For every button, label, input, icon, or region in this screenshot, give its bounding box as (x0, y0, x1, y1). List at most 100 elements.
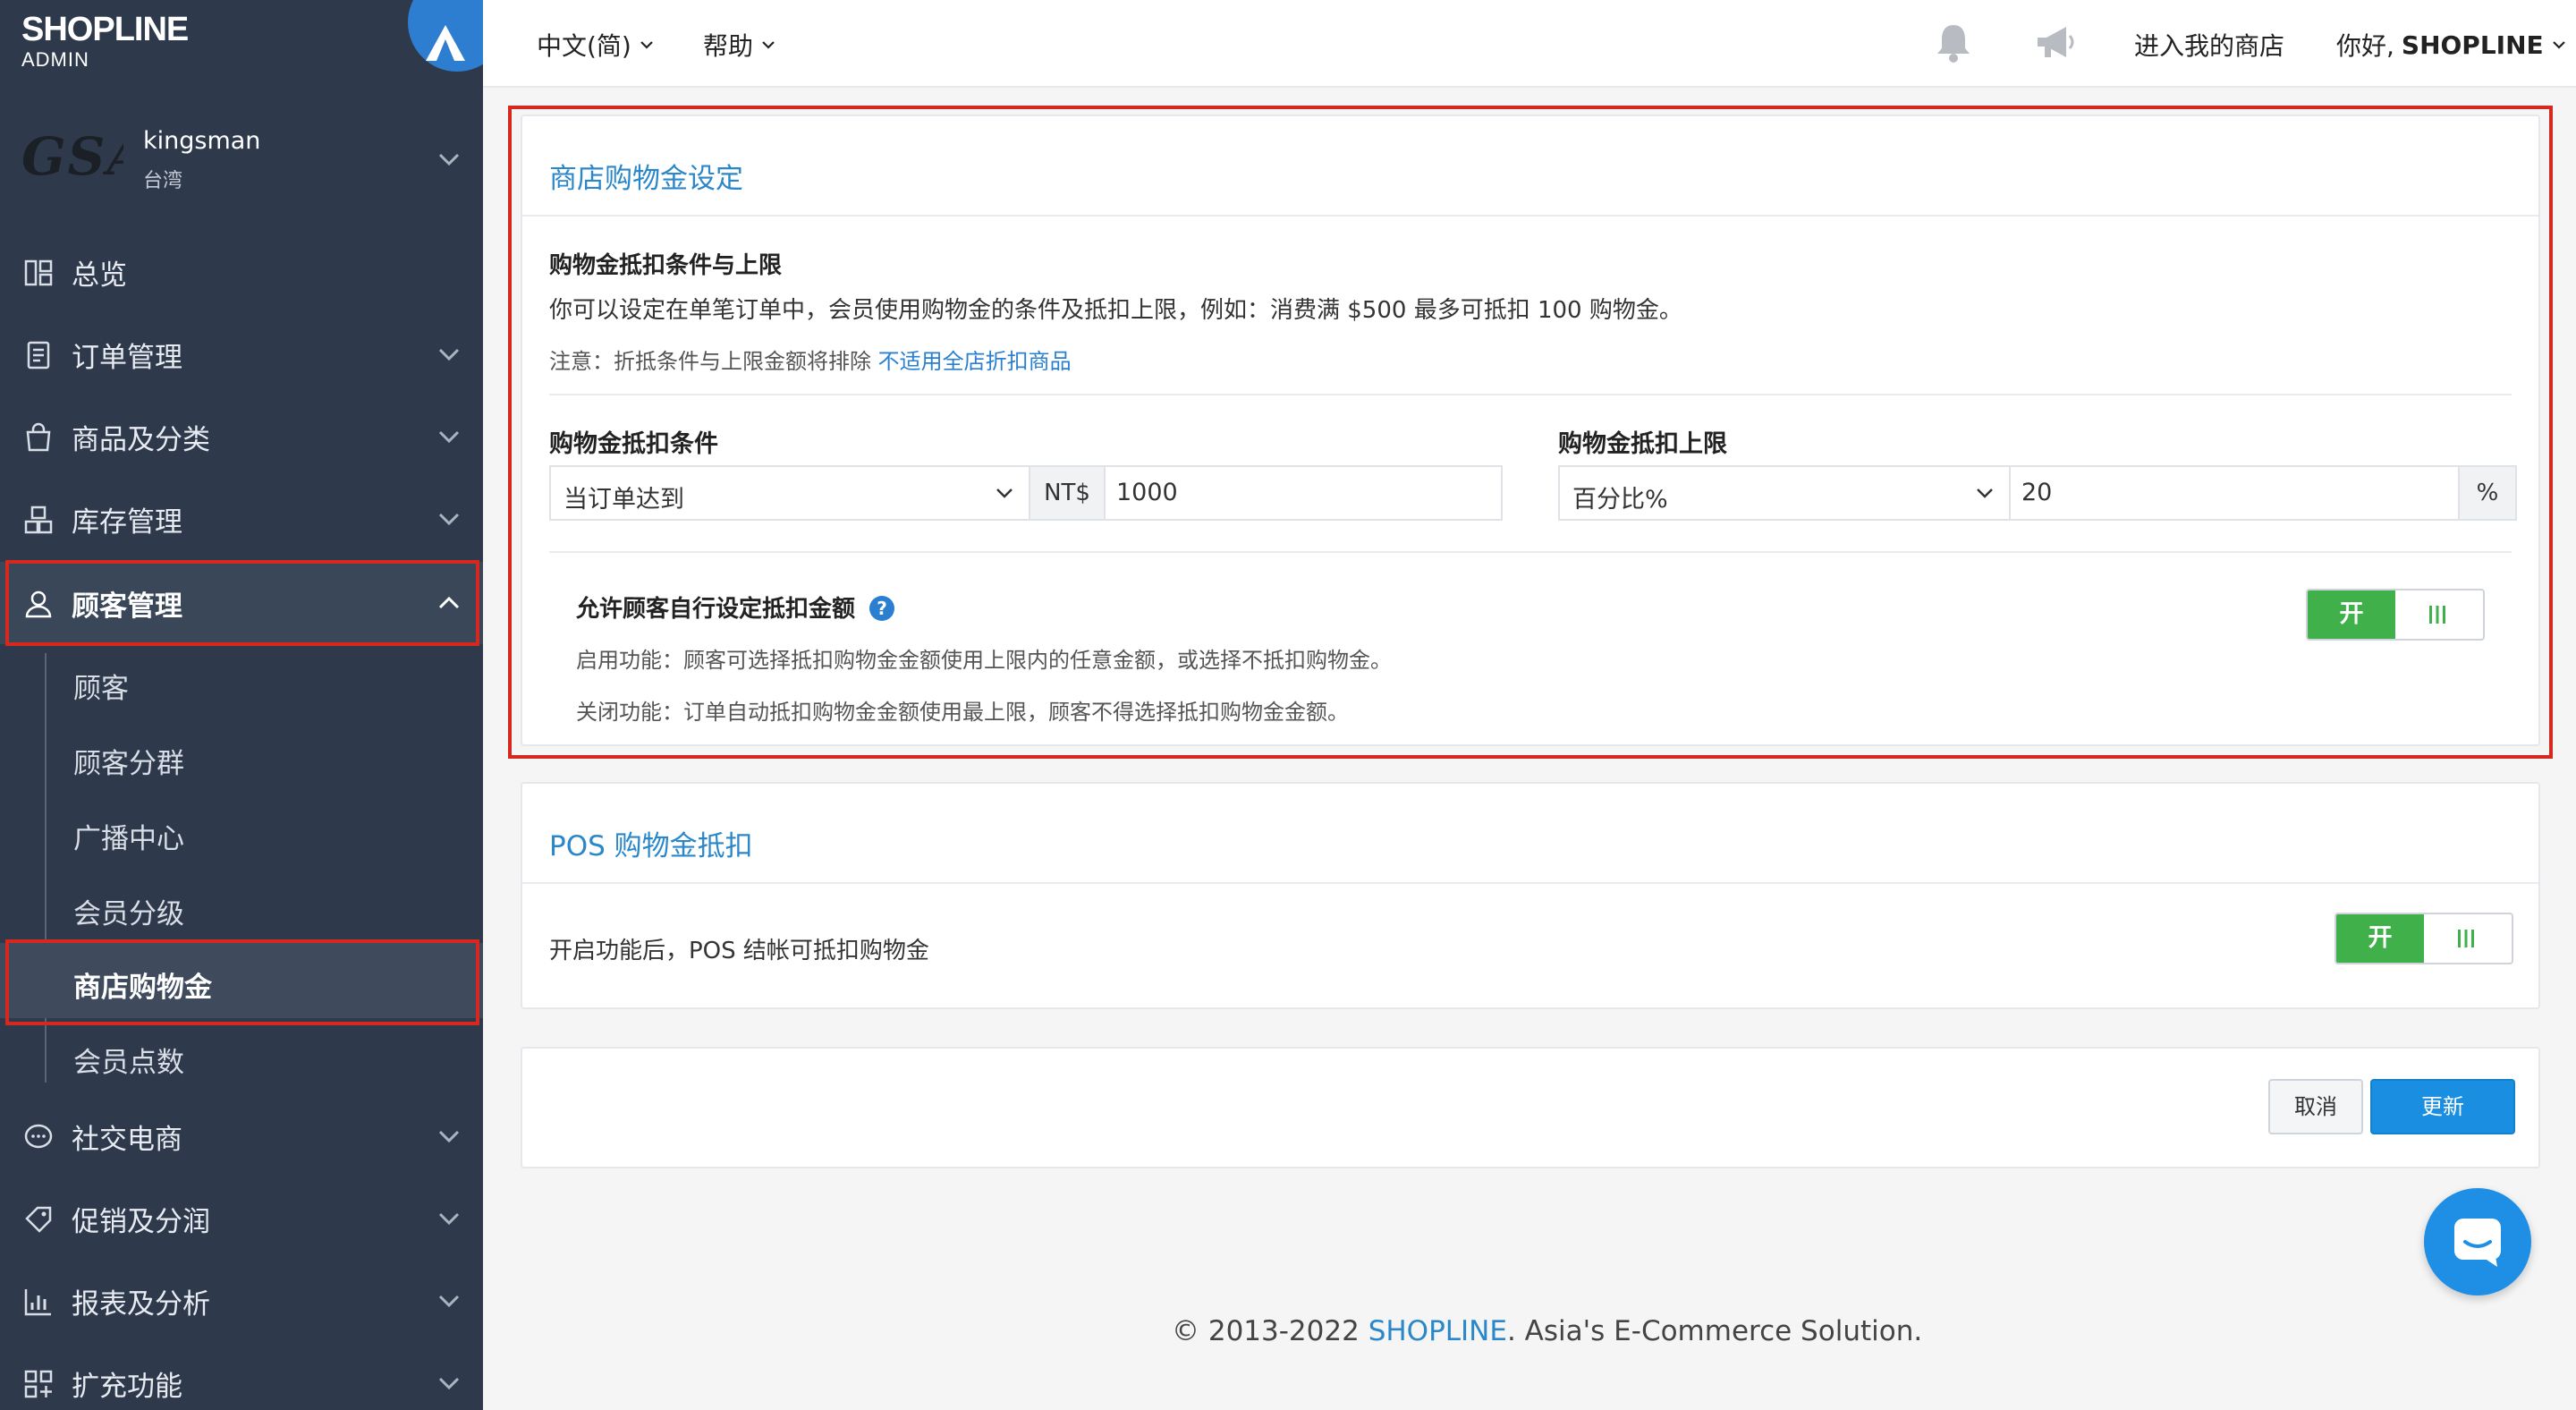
live-chat-button[interactable] (2424, 1188, 2531, 1295)
orders-icon (27, 341, 50, 369)
user-menu[interactable]: 你好, SHOPLINE (2336, 27, 2567, 63)
user-icon (25, 590, 52, 618)
chevron-down-icon (438, 1212, 460, 1226)
brand-mark-icon (426, 25, 465, 61)
sub-item-member-points[interactable]: 会员点数 (0, 1018, 483, 1093)
sub-item-store-credit[interactable]: 商店购物金 (0, 943, 483, 1018)
toggle-on-label: 开 (2308, 590, 2395, 639)
top-bar: 中文(简) 帮助 进入我的商店 你好, SHOPLINE (483, 0, 2576, 88)
language-label: 中文(简) (537, 31, 631, 61)
nav-inventory[interactable]: 库存管理 (0, 478, 483, 560)
limit-select-value: 百分比% (1572, 486, 1668, 514)
limit-label: 购物金抵扣上限 (1558, 430, 1727, 458)
limit-amount-input[interactable]: 20 (2009, 465, 2460, 521)
apps-grid-icon (24, 1370, 53, 1398)
shop-name: kingsman (143, 127, 261, 155)
brand-name: SHOPLINE (21, 11, 189, 48)
brand-logo[interactable]: SHOPLINE ADMIN (21, 13, 209, 72)
chevron-down-icon (438, 430, 460, 444)
cancel-button[interactable]: 取消 (2268, 1079, 2363, 1134)
limit-type-select[interactable]: 百分比% (1558, 465, 2011, 521)
toggle-on-label: 开 (2336, 914, 2424, 963)
chart-icon (24, 1289, 51, 1316)
allow-title-text: 允许顾客自行设定抵扣金额 (576, 596, 856, 623)
update-button[interactable]: 更新 (2370, 1079, 2515, 1134)
footer-brand-link[interactable]: SHOPLINE (1368, 1315, 1507, 1347)
nav-label: 报表及分析 (72, 1287, 210, 1321)
help-icon[interactable]: ? (869, 595, 895, 622)
tag-icon (25, 1206, 52, 1233)
enter-store-link[interactable]: 进入我的商店 (2134, 27, 2284, 63)
chevron-up-icon (438, 596, 460, 609)
divider (549, 551, 2512, 553)
shop-logo: GSA (21, 126, 123, 187)
sub-item-broadcast[interactable]: 广播中心 (0, 794, 483, 870)
allow-on-description: 启用功能：顾客可选择抵扣购物金金额使用上限内的任意金额，或选择不抵扣购物金。 (576, 648, 1392, 673)
chevron-down-icon (640, 41, 653, 49)
chevron-down-icon (438, 1130, 460, 1143)
nav-label: 顾客管理 (72, 590, 182, 623)
chevron-down-icon (438, 1295, 460, 1308)
sub-label: 会员点数 (73, 1047, 184, 1079)
nav-orders[interactable]: 订单管理 (0, 313, 483, 395)
chat-bubble-icon (24, 1124, 53, 1149)
help-dropdown[interactable]: 帮助 (703, 27, 776, 63)
pos-credit-toggle[interactable]: 开 (2334, 913, 2513, 964)
greeting-label: 你好, (2336, 31, 2394, 61)
nav-label: 总览 (72, 259, 127, 292)
toggle-grip-icon (2429, 606, 2445, 624)
section-title: 购物金抵扣条件与上限 (549, 252, 783, 279)
sub-label: 广播中心 (73, 823, 184, 855)
excluded-products-link[interactable]: 不适用全店折扣商品 (878, 349, 1072, 374)
section-description: 你可以设定在单笔订单中，会员使用购物金的条件及抵扣上限，例如：消费满 $500 … (549, 297, 1682, 324)
allow-custom-amount-toggle[interactable]: 开 (2306, 589, 2485, 641)
language-dropdown[interactable]: 中文(简) (537, 27, 655, 63)
chevron-down-icon (762, 41, 775, 49)
shop-switcher[interactable]: GSA kingsman 台湾 (0, 116, 483, 206)
allow-off-description: 关闭功能：订单自动抵扣购物金金额使用最上限，顾客不得选择抵扣购物金金额。 (576, 700, 1349, 725)
nav-label: 库存管理 (72, 505, 182, 539)
panel-title: 商店购物金设定 (549, 163, 743, 195)
sub-label: 商店购物金 (73, 972, 212, 1004)
nav-label: 订单管理 (72, 341, 182, 374)
brand-sub: ADMIN (21, 48, 89, 71)
chat-icon (2454, 1219, 2501, 1267)
divider (549, 394, 2512, 395)
sub-label: 顾客 (73, 673, 129, 705)
megaphone-icon[interactable] (2032, 20, 2079, 66)
condition-select-value: 当订单达到 (564, 486, 684, 514)
divider (522, 215, 2538, 217)
nav-reports[interactable]: 报表及分析 (0, 1260, 483, 1342)
store-credit-settings-panel: 商店购物金设定 购物金抵扣条件与上限 你可以设定在单笔订单中，会员使用购物金的条… (521, 115, 2540, 746)
footer: © 2013-2022 SHOPLINE. Asia's E-Commerce … (1172, 1315, 1922, 1347)
sub-label: 会员分级 (73, 898, 184, 930)
nav-apps[interactable]: 扩充功能 (0, 1342, 483, 1410)
sub-item-segments[interactable]: 顾客分群 (0, 719, 483, 794)
percent-addon: % (2458, 465, 2517, 521)
pos-credit-panel: POS 购物金抵扣 开启功能后，POS 结帐可抵扣购物金 开 (521, 782, 2540, 1009)
nav-overview[interactable]: 总览 (0, 231, 483, 313)
sidebar: SHOPLINE ADMIN GSA kingsman 台湾 总览 订单管理 商… (0, 0, 483, 1410)
nav-promotions[interactable]: 促销及分润 (0, 1177, 483, 1260)
allow-custom-amount-title: 允许顾客自行设定抵扣金额 ? (576, 590, 895, 624)
exclusion-note: 注意：折抵条件与上限金额将排除 不适用全店折扣商品 (549, 344, 1072, 375)
sub-label: 顾客分群 (73, 748, 184, 780)
user-name: SHOPLINE (2401, 30, 2544, 60)
chevron-down-icon (2552, 41, 2565, 49)
nav-customers[interactable]: 顾客管理 (0, 562, 483, 644)
sub-item-member-tiers[interactable]: 会员分级 (0, 870, 483, 945)
pos-description: 开启功能后，POS 结帐可抵扣购物金 (549, 938, 929, 964)
nav-social[interactable]: 社交电商 (0, 1095, 483, 1177)
bell-icon[interactable] (1930, 20, 1977, 66)
condition-select[interactable]: 当订单达到 (549, 465, 1030, 521)
divider (522, 882, 2538, 884)
nav-products[interactable]: 商品及分类 (0, 395, 483, 478)
condition-amount-input[interactable]: 1000 (1104, 465, 1503, 521)
actions-panel: 取消 更新 (521, 1047, 2540, 1168)
currency-addon: NT$ (1029, 465, 1106, 521)
chevron-down-icon (438, 513, 460, 526)
nav-label: 社交电商 (72, 1123, 182, 1156)
chevron-down-icon (996, 488, 1013, 498)
chevron-down-icon (1977, 488, 1993, 498)
sub-item-customers[interactable]: 顾客 (0, 644, 483, 719)
